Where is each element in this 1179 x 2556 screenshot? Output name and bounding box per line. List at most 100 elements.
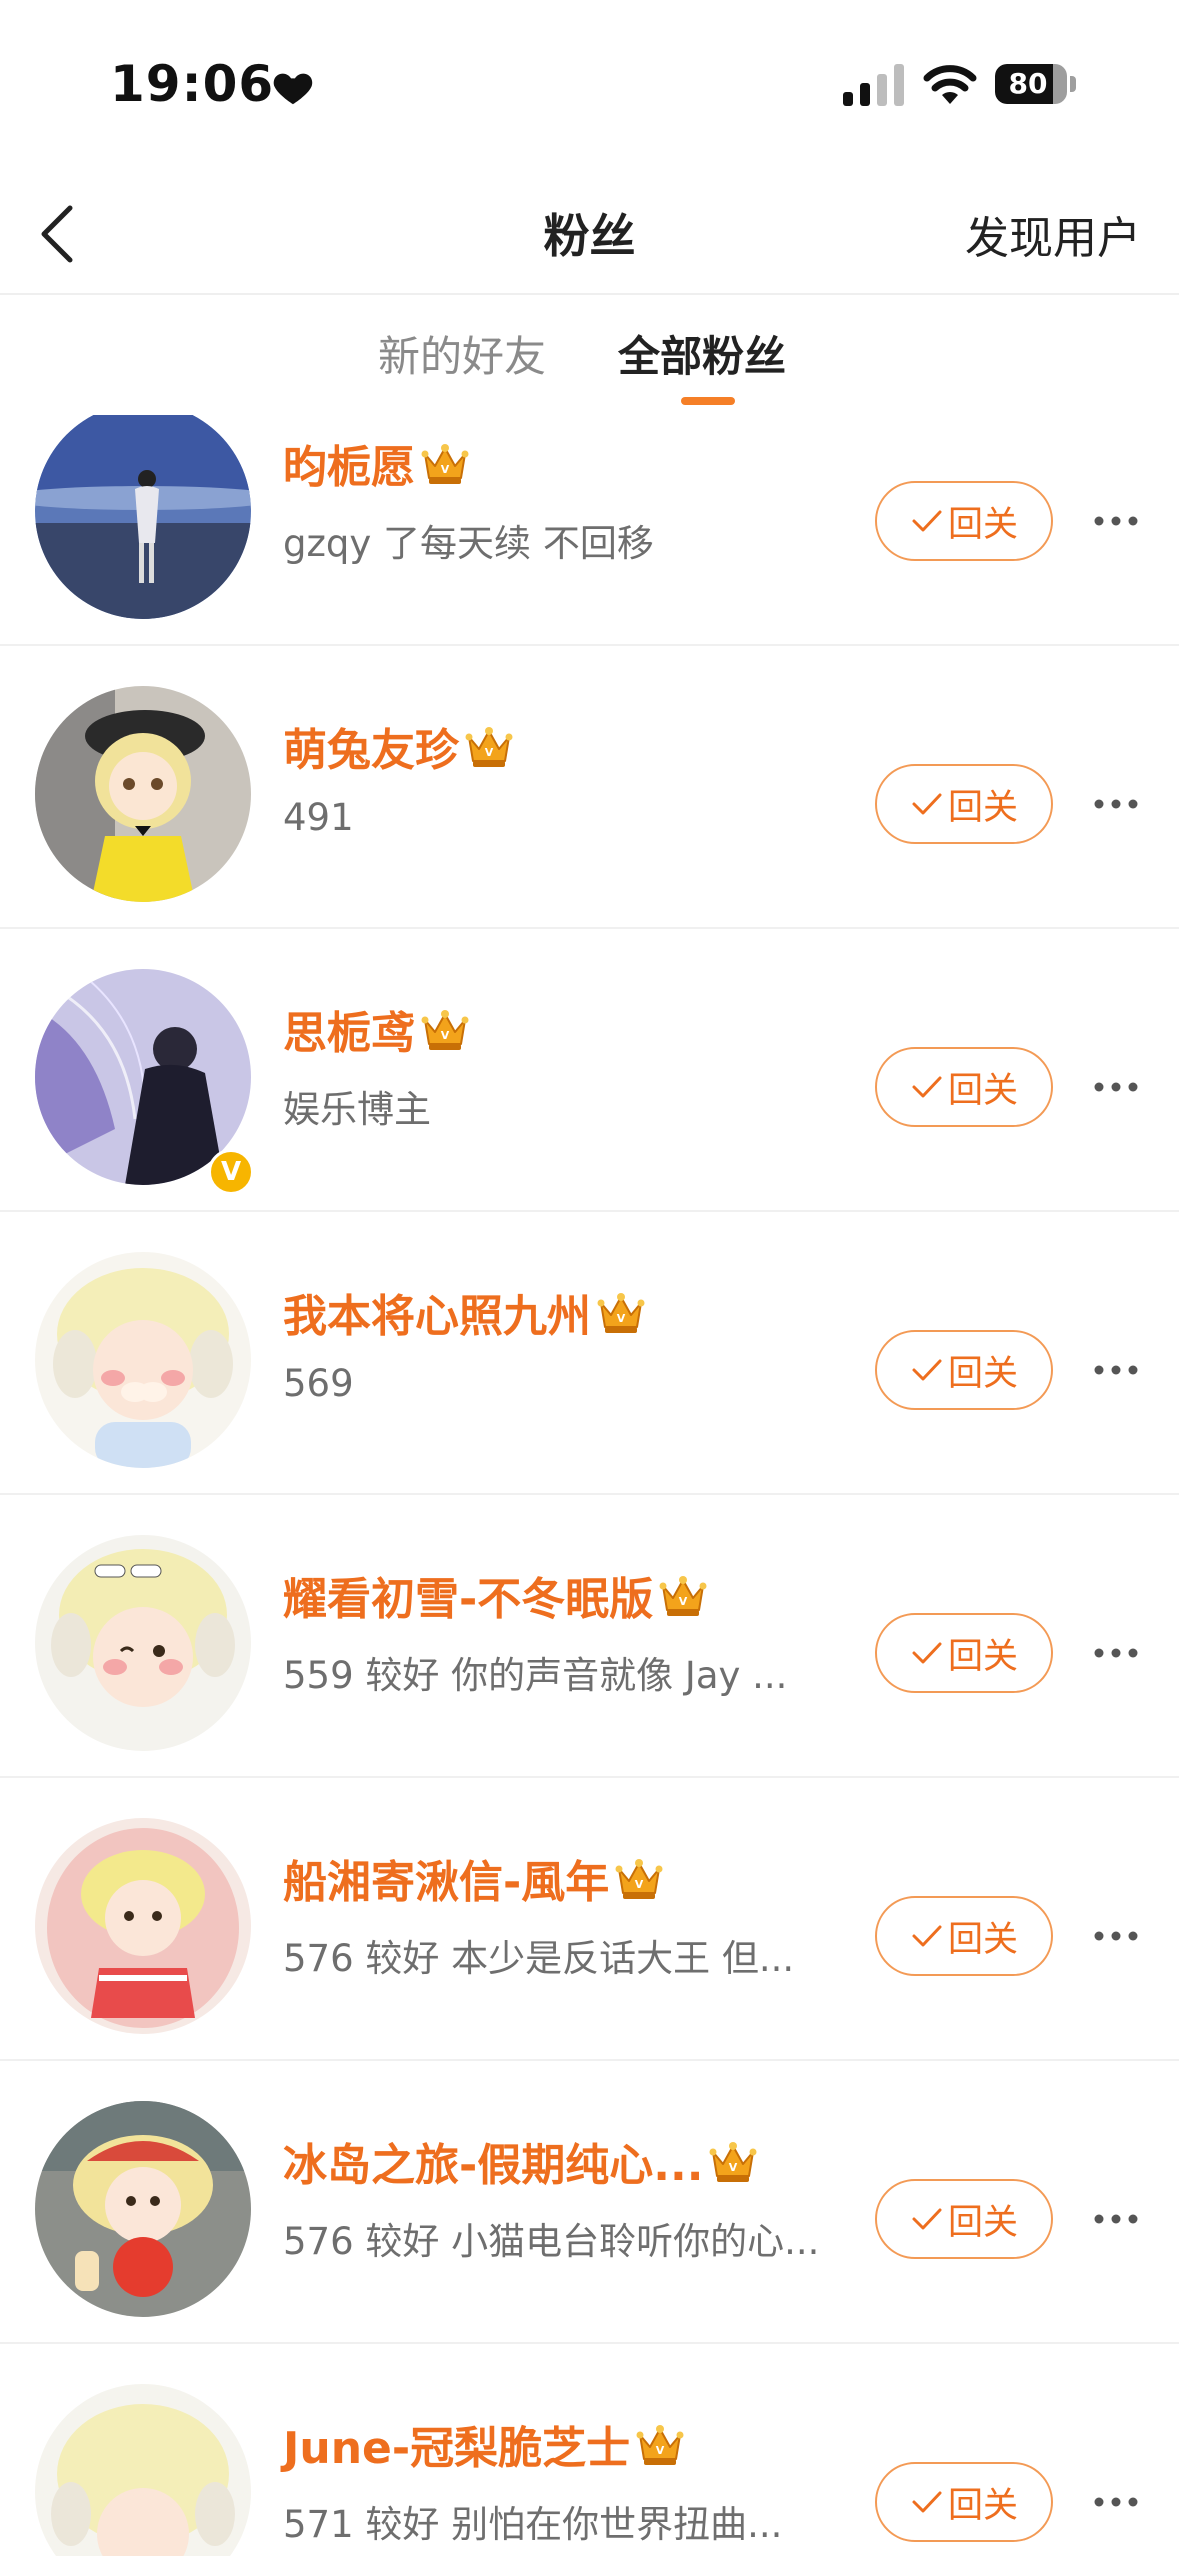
name-line: 冰岛之旅-假期纯心... V	[283, 2131, 759, 2191]
nav-bar: 粉丝 发现用户	[0, 170, 1179, 295]
tab-new-friends[interactable]: 新的好友	[378, 323, 546, 384]
svg-text:V: V	[441, 463, 450, 476]
fan-description: 576 较好 小猫电台聆听你的心...	[283, 2220, 820, 2263]
crown-badge-icon: V	[465, 727, 513, 767]
fan-name[interactable]: 昀栀愿	[283, 431, 415, 495]
check-icon	[912, 510, 942, 532]
discover-users-button[interactable]: 发现用户	[965, 202, 1141, 266]
name-line: 昀栀愿 V	[283, 433, 471, 493]
follow-back-label: 回关	[947, 1919, 1018, 1960]
crown-badge-icon: V	[636, 2425, 684, 2465]
fan-row[interactable]: 耀看初雪-不冬眠版 V 559 较好 你的声音就像 Jay ... 回关	[0, 1495, 1179, 1778]
crown-badge-icon: V	[421, 1010, 469, 1050]
more-options-icon[interactable]	[1090, 1350, 1142, 1390]
more-options-icon[interactable]	[1090, 1916, 1142, 1956]
fan-name[interactable]: 耀看初雪-不冬眠版	[283, 1563, 653, 1627]
name-line: 耀看初雪-不冬眠版 V	[283, 1565, 709, 1625]
fan-name[interactable]: 船湘寄湫信-風年	[283, 1846, 609, 1910]
name-line: 思栀鸢 V	[283, 999, 471, 1059]
avatar[interactable]	[35, 686, 251, 902]
fan-description: 576 较好 本少是反话大王 但...	[283, 1937, 795, 1980]
svg-text:V: V	[485, 746, 494, 759]
fan-name[interactable]: 冰岛之旅-假期纯心...	[283, 2129, 703, 2193]
follow-back-label: 回关	[947, 504, 1018, 545]
active-tab-indicator	[681, 397, 735, 405]
follow-back-button[interactable]: 回关	[875, 1047, 1053, 1127]
avatar[interactable]	[35, 1535, 251, 1751]
fan-name[interactable]: 思栀鸢	[283, 997, 415, 1061]
fans-list: 昀栀愿 V gzqy 了每天续 不回移 回关 萌兔友珍 V 491 回关 思栀鸢…	[0, 415, 1179, 2556]
fan-row[interactable]: 船湘寄湫信-風年 V 576 较好 本少是反话大王 但... 回关	[0, 1778, 1179, 2061]
follow-back-button[interactable]: 回关	[875, 2179, 1053, 2259]
battery-icon: 80	[995, 64, 1067, 104]
crown-badge-icon: V	[615, 1859, 663, 1899]
avatar[interactable]	[35, 1818, 251, 2034]
check-icon	[912, 1925, 942, 1947]
check-icon	[912, 1359, 942, 1381]
follow-back-label: 回关	[947, 1636, 1018, 1677]
cellular-signal-icon	[843, 64, 904, 106]
svg-text:V: V	[656, 2444, 665, 2457]
more-options-icon[interactable]	[1090, 2199, 1142, 2239]
fan-row[interactable]: 昀栀愿 V gzqy 了每天续 不回移 回关	[0, 415, 1179, 646]
check-icon	[912, 2491, 942, 2513]
verified-badge-icon: V	[208, 1149, 254, 1195]
follow-back-label: 回关	[947, 1353, 1018, 1394]
avatar[interactable]	[35, 415, 251, 619]
more-options-icon[interactable]	[1090, 2482, 1142, 2522]
svg-text:V: V	[729, 2161, 738, 2174]
fan-description: 娱乐博主	[283, 1088, 431, 1131]
fan-row[interactable]: 我本将心照九州 V 569 回关	[0, 1212, 1179, 1495]
svg-text:V: V	[441, 1029, 450, 1042]
avatar[interactable]	[35, 2101, 251, 2317]
svg-text:V: V	[617, 1312, 626, 1325]
fan-name[interactable]: 我本将心照九州	[283, 1280, 591, 1344]
follow-back-button[interactable]: 回关	[875, 2462, 1053, 2542]
fan-row[interactable]: 萌兔友珍 V 491 回关	[0, 646, 1179, 929]
name-line: 萌兔友珍 V	[283, 716, 515, 776]
tab-all-fans[interactable]: 全部粉丝	[618, 323, 786, 384]
follow-back-button[interactable]: 回关	[875, 1613, 1053, 1693]
crown-badge-icon: V	[421, 444, 469, 484]
more-options-icon[interactable]	[1090, 1067, 1142, 1107]
follow-back-button[interactable]: 回关	[875, 764, 1053, 844]
more-options-icon[interactable]	[1090, 1633, 1142, 1673]
avatar[interactable]	[35, 1252, 251, 1468]
crown-badge-icon: V	[709, 2142, 757, 2182]
more-options-icon[interactable]	[1090, 501, 1142, 541]
name-line: 我本将心照九州 V	[283, 1282, 647, 1342]
fan-description: gzqy 了每天续 不回移	[283, 522, 654, 565]
heart-icon	[273, 73, 313, 105]
name-line: 船湘寄湫信-風年 V	[283, 1848, 665, 1908]
name-line: June-冠梨脆芝士 V	[283, 2414, 686, 2474]
check-icon	[912, 1642, 942, 1664]
more-options-icon[interactable]	[1090, 784, 1142, 824]
fan-row[interactable]: 思栀鸢 V 娱乐博主 回关 V	[0, 929, 1179, 1212]
tab-bar: 新的好友 全部粉丝	[0, 295, 1179, 415]
check-icon	[912, 793, 942, 815]
fan-name[interactable]: 萌兔友珍	[283, 714, 459, 778]
svg-text:V: V	[679, 1595, 688, 1608]
fan-description: 571 较好 别怕在你世界扭曲...	[283, 2503, 783, 2546]
battery-tip	[1070, 76, 1076, 92]
svg-text:V: V	[635, 1878, 644, 1891]
check-icon	[912, 2208, 942, 2230]
fan-description: 491	[283, 796, 354, 839]
fan-row[interactable]: June-冠梨脆芝士 V 571 较好 别怕在你世界扭曲... 回关	[0, 2344, 1179, 2556]
follow-back-label: 回关	[947, 2485, 1018, 2526]
follow-back-button[interactable]: 回关	[875, 1330, 1053, 1410]
follow-back-button[interactable]: 回关	[875, 1896, 1053, 1976]
crown-badge-icon: V	[597, 1293, 645, 1333]
follow-back-button[interactable]: 回关	[875, 481, 1053, 561]
avatar[interactable]	[35, 2384, 251, 2556]
fan-description: 569	[283, 1362, 354, 1405]
fan-name[interactable]: June-冠梨脆芝士	[283, 2412, 630, 2476]
status-time: 19:06	[110, 55, 275, 113]
check-icon	[912, 1076, 942, 1098]
follow-back-label: 回关	[947, 2202, 1018, 2243]
status-bar: 19:06 80	[0, 0, 1179, 170]
fan-row[interactable]: 冰岛之旅-假期纯心... V 576 较好 小猫电台聆听你的心... 回关	[0, 2061, 1179, 2344]
follow-back-label: 回关	[947, 1070, 1018, 1111]
wifi-icon	[923, 65, 977, 104]
follow-back-label: 回关	[947, 787, 1018, 828]
